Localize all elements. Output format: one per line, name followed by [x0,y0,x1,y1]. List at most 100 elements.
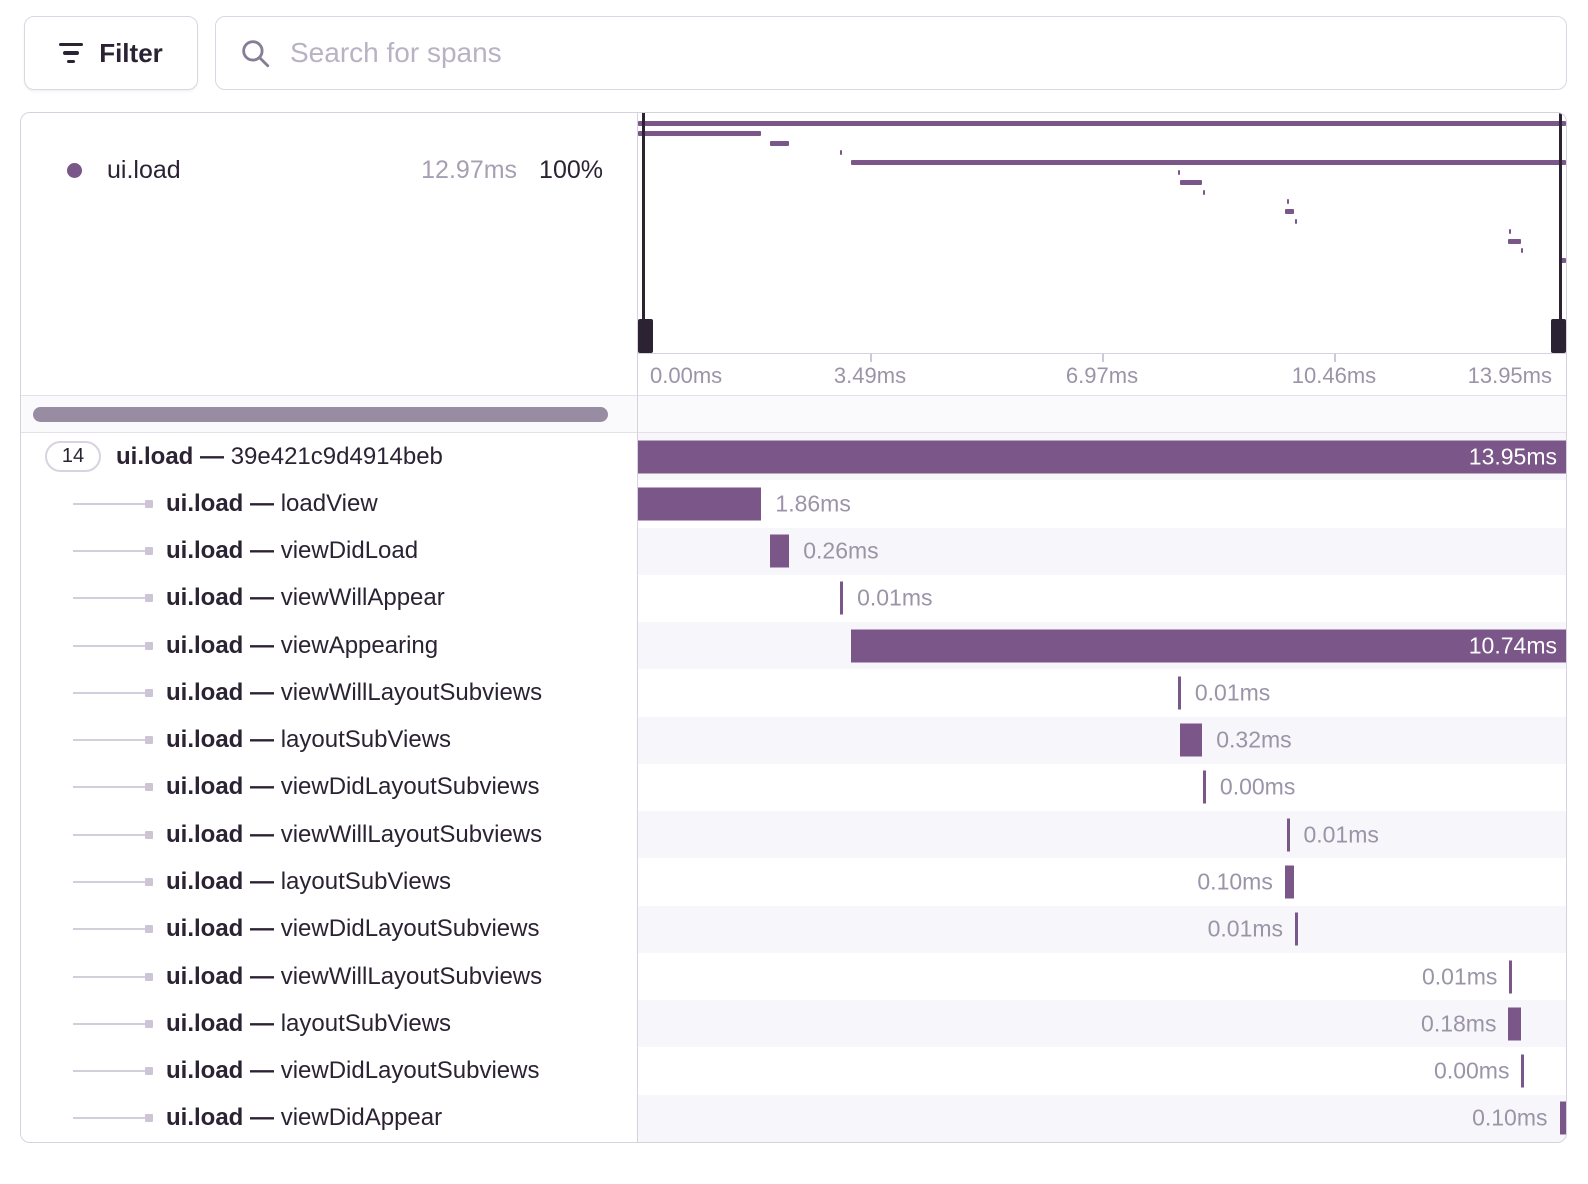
op-color-dot [67,163,82,178]
span-tick-bar[interactable] [1203,771,1206,804]
tree-connector-dot [145,1020,153,1028]
span-row-left: ui.load — layoutSubViews [21,858,638,905]
span-duration-bar[interactable] [770,535,789,568]
time-axis: 0.00ms 3.49ms 6.97ms 10.46ms 13.95ms [638,353,1566,395]
minimap-span-bar [638,131,761,136]
span-row[interactable]: ui.load — viewDidLayoutSubviews0.00ms [21,1047,1566,1094]
span-row[interactable]: ui.load — layoutSubViews0.18ms [21,1000,1566,1047]
span-row-left: 14ui.load — 39e421c9d4914beb [21,433,638,480]
minimap-left-drag-handle[interactable] [638,319,653,353]
span-row[interactable]: ui.load — viewDidLoad0.26ms [21,528,1566,575]
span-tick-bar[interactable] [1509,960,1512,993]
span-row[interactable]: ui.load — viewDidLayoutSubviews0.01ms [21,906,1566,953]
span-duration-bar[interactable] [1180,724,1202,757]
scrollbar-track[interactable] [21,395,1566,433]
tree-connector-line [73,834,147,836]
minimap-left-handle-line [642,113,645,353]
span-label: ui.load — layoutSubViews [166,1010,451,1038]
span-row[interactable]: ui.load — layoutSubViews 0.10ms [21,858,1566,905]
span-count-badge[interactable]: 14 [45,441,101,472]
span-row[interactable]: 14ui.load — 39e421c9d4914beb13.95ms [21,433,1566,480]
filter-button[interactable]: Filter [24,16,198,90]
span-duration-bar[interactable]: 13.95ms [638,440,1566,473]
span-row-timeline: 0.10ms [638,1095,1566,1142]
span-row[interactable]: ui.load — layoutSubViews0.32ms [21,717,1566,764]
span-row[interactable]: ui.load — viewWillLayoutSubviews0.01ms [21,669,1566,716]
span-duration-label: 0.01ms [857,585,932,612]
timeline-minimap[interactable] [638,113,1566,353]
span-row[interactable]: ui.load — viewAppearing 10.74ms [21,622,1566,669]
minimap-span-bar [638,121,1566,126]
axis-tick-mark [870,354,872,362]
span-duration-bar[interactable] [1285,866,1294,899]
span-duration-bar[interactable] [1508,1007,1520,1040]
tree-connector-line [73,503,147,505]
span-label: ui.load — viewWillLayoutSubviews [166,821,542,849]
minimap-span-bar [770,141,789,146]
minimap-right-drag-handle[interactable] [1551,319,1566,353]
span-duration-label: 0.00ms [1220,774,1295,801]
span-row[interactable]: ui.load — viewDidAppear 0.10ms [21,1095,1566,1142]
minimap-span-bar [1521,248,1523,253]
span-tick-bar[interactable] [1178,676,1181,709]
span-row-timeline: 0.01ms [638,811,1566,858]
span-duration-label: 10.74ms [1469,629,1557,662]
span-label: ui.load — viewDidLayoutSubviews [166,1057,539,1085]
span-row-timeline: 0.01ms [638,953,1566,1000]
span-duration-label: 0.10ms [1472,1105,1547,1132]
search-spans-input[interactable] [290,37,1544,69]
span-tick-bar[interactable] [1295,913,1298,946]
horizontal-scrollbar-thumb[interactable] [33,407,608,422]
tree-connector-dot [145,642,153,650]
tree-connector-line [73,976,147,978]
span-row-left: ui.load — viewDidLoad [21,528,638,575]
span-row-left: ui.load — layoutSubViews [21,1000,638,1047]
span-row[interactable]: ui.load — loadView1.86ms [21,480,1566,527]
span-duration-bar[interactable]: 10.74ms [851,629,1566,662]
span-row[interactable]: ui.load — viewDidLayoutSubviews 0.00ms [21,764,1566,811]
span-row-left: ui.load — viewWillLayoutSubviews [21,953,638,1000]
tree-connector-line [73,645,147,647]
legend-duration: 12.97ms [421,156,517,185]
tree-connector-line [73,786,147,788]
span-row[interactable]: ui.load — viewWillLayoutSubviews0.01ms [21,953,1566,1000]
filter-lines-icon [59,43,83,64]
panel-divider[interactable] [637,113,638,1142]
span-tick-bar[interactable] [840,582,843,615]
tree-connector-dot [145,878,153,886]
legend-op-label: ui.load [107,156,181,185]
search-icon [238,36,272,70]
legend-row[interactable]: ui.load 12.97ms 100% [21,149,637,191]
span-tick-bar[interactable] [1287,818,1290,851]
filter-button-label: Filter [99,38,163,69]
span-row-left: ui.load — viewDidLayoutSubviews [21,764,638,811]
span-row-timeline: 0.01ms [638,575,1566,622]
axis-label: 3.49ms [834,363,906,389]
tree-connector-dot [145,500,153,508]
span-row[interactable]: ui.load — viewWillAppear 0.01ms [21,575,1566,622]
tree-connector-dot [145,736,153,744]
span-duration-bar[interactable] [1560,1102,1566,1135]
span-row-left: ui.load — viewDidAppear [21,1095,638,1142]
span-rows: 14ui.load — 39e421c9d4914beb13.95msui.lo… [21,433,1566,1142]
minimap-span-bar [840,150,842,155]
span-search-box[interactable] [215,16,1567,90]
span-duration-bar[interactable] [638,487,761,520]
span-row-left: ui.load — layoutSubViews [21,717,638,764]
span-label: ui.load — viewAppearing [166,632,438,660]
span-row-timeline: 0.01ms [638,906,1566,953]
span-duration-label: 0.10ms [1197,869,1272,896]
span-tick-bar[interactable] [1521,1055,1524,1088]
span-row-timeline: 0.00ms [638,764,1566,811]
minimap-span-bar [1203,190,1205,195]
tree-connector-dot [145,1114,153,1122]
tree-connector-dot [145,689,153,697]
tree-connector-dot [145,973,153,981]
span-label: ui.load — viewDidLayoutSubviews [166,773,539,801]
span-label: ui.load — viewWillAppear [166,584,445,612]
span-row[interactable]: ui.load — viewWillLayoutSubviews 0.01ms [21,811,1566,858]
axis-label: 6.97ms [1066,363,1138,389]
span-row-timeline: 10.74ms [638,622,1566,669]
tree-connector-line [73,739,147,741]
tree-connector-dot [145,831,153,839]
